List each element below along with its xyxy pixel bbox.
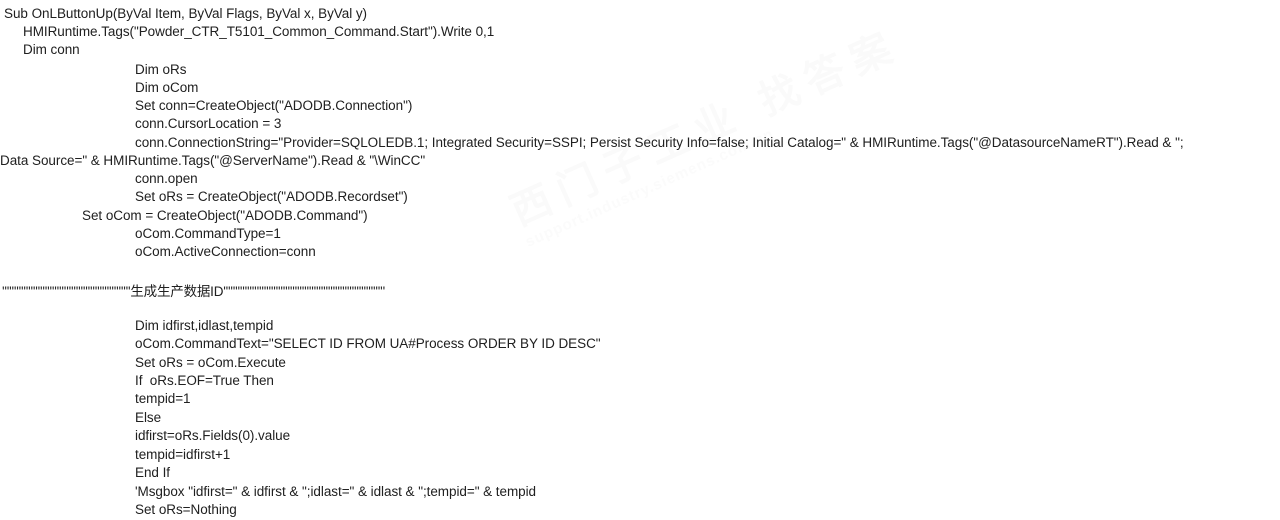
code-line: conn.ConnectionString="Provider=SQLOLEDB… — [135, 135, 1184, 150]
code-line: Set oRs=Nothing — [135, 502, 237, 517]
code-line: oCom.CommandType=1 — [135, 226, 281, 241]
code-line: Dim idfirst,idlast,tempid — [135, 318, 274, 333]
watermark: 西门子工业 找答案 support.industry.siemens.com.c… — [505, 23, 908, 314]
code-line: Set conn=CreateObject("ADODB.Connection"… — [135, 98, 413, 113]
code-line: Set oRs = oCom.Execute — [135, 355, 286, 370]
code-line: If oRs.EOF=True Then — [135, 373, 274, 388]
code-line: idfirst=oRs.Fields(0).value — [135, 428, 291, 443]
code-line: HMIRuntime.Tags("Powder_CTR_T5101_Common… — [23, 24, 495, 39]
code-line: Else — [135, 410, 162, 425]
code-line: Data Source=" & HMIRuntime.Tags("@Server… — [0, 153, 426, 168]
code-line: Dim oCom — [135, 80, 199, 95]
code-line: conn.CursorLocation = 3 — [135, 116, 282, 131]
code-line: Sub OnLButtonUp(ByVal Item, ByVal Flags,… — [4, 6, 367, 21]
code-line: 'Msgbox "idfirst=" & idfirst & ";idlast=… — [135, 484, 537, 499]
code-line: oCom.CommandText="SELECT ID FROM UA#Proc… — [135, 336, 601, 351]
code-line: End If — [135, 465, 170, 480]
code-line: oCom.ActiveConnection=conn — [135, 244, 316, 259]
code-line: Dim oRs — [135, 62, 187, 77]
code-line: Set oCom = CreateObject("ADODB.Command") — [82, 208, 368, 223]
code-line: ''''''''''''''''''''''''''''''''''''''''… — [2, 284, 385, 299]
code-line: tempid=idfirst+1 — [135, 447, 231, 462]
code-line: tempid=1 — [135, 391, 191, 406]
code-line: Set oRs = CreateObject("ADODB.Recordset"… — [135, 189, 408, 204]
code-line: Dim conn — [23, 42, 80, 57]
watermark-english-text: support.industry.siemens.com.cn — [522, 125, 777, 251]
code-line: conn.open — [135, 171, 198, 186]
